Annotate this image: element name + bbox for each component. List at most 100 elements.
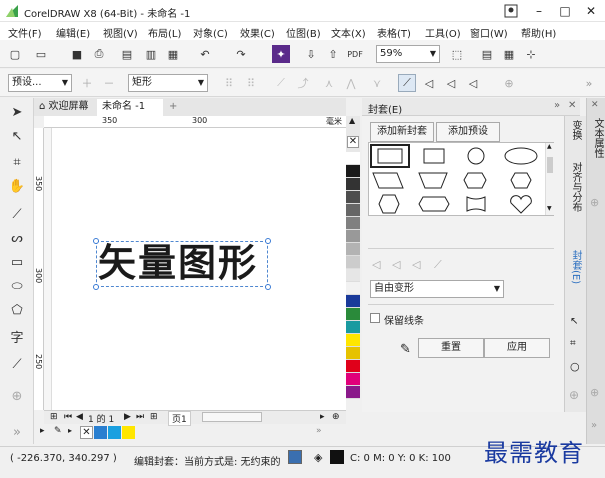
- envelope-node[interactable]: [265, 238, 271, 244]
- overflow-icon[interactable]: »: [591, 420, 597, 431]
- menu-help[interactable]: 帮助(H): [521, 25, 556, 40]
- full-screen-icon[interactable]: ⬚: [448, 45, 466, 63]
- palette-overflow-icon[interactable]: »: [316, 426, 322, 436]
- rulers-icon[interactable]: ▤: [478, 45, 496, 63]
- envelope-tab[interactable]: 封套(E): [568, 250, 583, 284]
- horizontal-scrollbar[interactable]: [202, 412, 262, 422]
- add-tool-icon[interactable]: ⊕: [8, 388, 26, 406]
- menu-table[interactable]: 表格(T): [377, 25, 411, 40]
- open-icon[interactable]: ▭: [32, 45, 50, 63]
- unconstrained-icon[interactable]: ⟋: [434, 258, 442, 272]
- straight-mode-icon[interactable]: ◁: [372, 258, 380, 271]
- close-icon[interactable]: ✕: [591, 100, 599, 110]
- pdf-export-icon[interactable]: PDF: [346, 45, 364, 63]
- add-docker-icon[interactable]: ⊕: [569, 388, 579, 402]
- color-swatch[interactable]: [122, 426, 135, 439]
- color-swatch[interactable]: [346, 386, 360, 399]
- palette-arrow-icon[interactable]: ▸: [40, 426, 45, 436]
- menu-edit[interactable]: 编辑(E): [56, 25, 90, 40]
- color-swatch[interactable]: [346, 334, 360, 347]
- rectangle-tool-icon[interactable]: ▭: [8, 254, 26, 272]
- palette-scroll-up-icon[interactable]: ▲: [349, 116, 355, 125]
- color-swatch[interactable]: [346, 230, 360, 243]
- shape-tool-icon[interactable]: ↖: [8, 128, 26, 146]
- color-swatch[interactable]: [346, 178, 360, 191]
- menu-tools[interactable]: 工具(O): [425, 25, 461, 40]
- overflow-icon[interactable]: »: [580, 74, 598, 92]
- add-page-after-icon[interactable]: ⊞: [150, 412, 158, 422]
- color-swatch[interactable]: [346, 152, 360, 165]
- shape-combo[interactable]: 矩形 ▼: [128, 74, 208, 92]
- unconstrained-mode-icon[interactable]: ⟋: [398, 74, 416, 92]
- artistic-media-tool-icon[interactable]: ᔕ: [8, 230, 26, 248]
- corel-connect-icon[interactable]: ✦: [272, 45, 290, 63]
- envelope-node[interactable]: [93, 238, 99, 244]
- envelope-node[interactable]: [265, 284, 271, 290]
- add-page-icon[interactable]: ⊞: [50, 412, 58, 422]
- color-swatch[interactable]: [346, 191, 360, 204]
- text-properties-tab[interactable]: 文本属性: [590, 118, 605, 158]
- menu-window[interactable]: 窗口(W): [470, 25, 508, 40]
- maximize-button[interactable]: □: [554, 2, 576, 20]
- menu-bitmaps[interactable]: 位图(B): [286, 25, 321, 40]
- add-icon[interactable]: ⊕: [590, 386, 599, 399]
- prev-page-icon[interactable]: ◀: [76, 412, 83, 422]
- tab-document[interactable]: 未命名 -1: [97, 99, 163, 116]
- polygon-tool-icon[interactable]: ⬠: [8, 302, 26, 320]
- zoom-icon[interactable]: ⊕: [332, 412, 340, 422]
- color-swatch[interactable]: [346, 256, 360, 269]
- color-swatch[interactable]: [108, 426, 121, 439]
- color-swatch[interactable]: [346, 217, 360, 230]
- artistic-text[interactable]: 矢量图形: [98, 240, 258, 286]
- color-swatch[interactable]: [346, 360, 360, 373]
- mapping-mode-select[interactable]: 自由变形 ▼: [370, 280, 504, 298]
- overflow-icon[interactable]: »: [8, 424, 26, 442]
- scroll-thumb[interactable]: [547, 157, 553, 173]
- smooth-node-icon[interactable]: ⋀: [342, 74, 360, 92]
- color-swatch[interactable]: [346, 308, 360, 321]
- curve-mode-icon[interactable]: ⤴: [294, 74, 312, 92]
- freehand-tool-icon[interactable]: ⟋: [8, 206, 26, 224]
- next-page-icon[interactable]: ▶: [124, 412, 131, 422]
- pan-tool-icon[interactable]: ✋: [8, 178, 26, 196]
- single-arc-mode-icon[interactable]: ◁: [442, 74, 460, 92]
- account-icon[interactable]: [504, 4, 518, 18]
- zoom-level-combo[interactable]: 59% ▼: [376, 45, 440, 63]
- hints-icon[interactable]: ⌗: [570, 338, 576, 349]
- close-docker-icon[interactable]: ✕: [568, 100, 576, 111]
- add-new-envelope-button[interactable]: 添加新封套: [370, 122, 434, 142]
- cusp-node-icon[interactable]: ⋏: [320, 74, 338, 92]
- apply-button[interactable]: 应用: [484, 338, 550, 358]
- node-tool-2-icon[interactable]: ⠿: [242, 74, 260, 92]
- preset-scrollbar[interactable]: ▲ ▼: [545, 143, 554, 215]
- straight-line-mode-icon[interactable]: ◁: [420, 74, 438, 92]
- eyedropper-icon[interactable]: ✎: [400, 342, 411, 357]
- add-icon[interactable]: ⊕: [590, 196, 599, 209]
- preset-combo[interactable]: 预设... ▼: [8, 74, 72, 92]
- envelope-node[interactable]: [93, 284, 99, 290]
- copy-icon[interactable]: ▥: [142, 45, 160, 63]
- properties-icon[interactable]: ○: [570, 360, 580, 373]
- palette-menu-icon[interactable]: ▸: [68, 426, 72, 435]
- menu-object[interactable]: 对象(C): [193, 25, 228, 40]
- first-page-icon[interactable]: ⏮: [64, 412, 72, 422]
- new-tab-button[interactable]: +: [164, 99, 180, 116]
- add-preset-icon[interactable]: ＋: [78, 74, 96, 92]
- remove-preset-icon[interactable]: －: [100, 74, 118, 92]
- import-icon[interactable]: ⇩: [302, 45, 320, 63]
- save-icon[interactable]: ■: [68, 45, 86, 63]
- tab-welcome[interactable]: ⌂ 欢迎屏幕: [34, 99, 96, 116]
- double-arc-icon[interactable]: ◁: [412, 258, 420, 271]
- export-icon[interactable]: ⇧: [324, 45, 342, 63]
- minimize-button[interactable]: –: [528, 2, 550, 20]
- double-arc-mode-icon[interactable]: ◁: [464, 74, 482, 92]
- ellipse-tool-icon[interactable]: ⬭: [8, 278, 26, 296]
- dimension-tool-icon[interactable]: ⟋: [8, 356, 26, 374]
- add-icon[interactable]: ⊕: [500, 74, 518, 92]
- color-swatch[interactable]: [346, 243, 360, 256]
- menu-text[interactable]: 文本(X): [331, 25, 366, 40]
- scroll-up-icon[interactable]: ▲: [547, 143, 552, 150]
- print-icon[interactable]: ⎙: [90, 45, 108, 63]
- transform-tab[interactable]: 变换: [568, 120, 583, 140]
- grid-icon[interactable]: ▦: [500, 45, 518, 63]
